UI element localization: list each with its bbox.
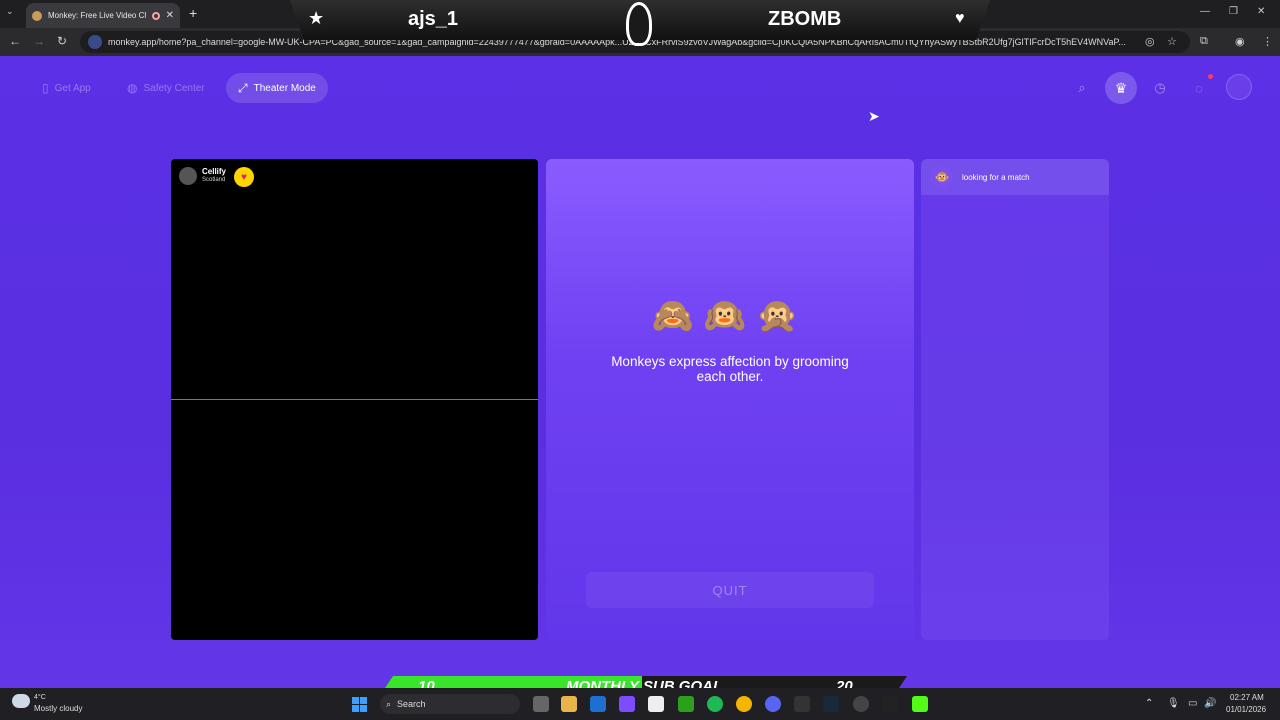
new-tab-icon[interactable]: + bbox=[189, 5, 197, 21]
crown-icon: ♛ bbox=[1114, 79, 1128, 96]
star-icon: ★ bbox=[308, 8, 325, 28]
mouse-cursor-icon: ➤ bbox=[868, 108, 880, 124]
windows-start-icon[interactable] bbox=[352, 697, 367, 712]
kick-icon[interactable] bbox=[912, 696, 928, 712]
three-monkeys-icon: 🙈🙉🙊 bbox=[651, 297, 809, 335]
expand-icon: ⤢ bbox=[238, 80, 248, 95]
crown-button[interactable]: ♛ bbox=[1105, 72, 1137, 104]
xbox-icon[interactable] bbox=[678, 696, 694, 712]
extensions-icon[interactable]: ⧉ bbox=[1200, 35, 1208, 48]
spotify-icon[interactable] bbox=[707, 696, 723, 712]
obs-icon[interactable] bbox=[853, 696, 869, 712]
back-icon[interactable]: ← bbox=[9, 34, 21, 48]
task-view-icon[interactable] bbox=[533, 696, 549, 712]
chat-panel: 🐵 looking for a match bbox=[921, 159, 1109, 640]
clock-date[interactable]: 01/01/2026 bbox=[1226, 705, 1266, 714]
profile-avatar[interactable] bbox=[1226, 74, 1252, 100]
excel-icon[interactable] bbox=[794, 696, 810, 712]
discord-icon[interactable] bbox=[765, 696, 781, 712]
taskbar-search[interactable]: ⌕ Search bbox=[380, 694, 520, 714]
weather-description: Mostly cloudy bbox=[34, 704, 83, 713]
file-explorer-icon[interactable] bbox=[561, 696, 577, 712]
cloud-icon[interactable] bbox=[12, 694, 30, 708]
windows-taskbar: 4°C Mostly cloudy ⌕ Search ⌃ 🎙 ▭ 🔊 02:27… bbox=[0, 688, 1280, 720]
monkey-favicon-icon bbox=[32, 10, 42, 21]
site-info-icon[interactable] bbox=[88, 35, 102, 49]
outlook-icon[interactable] bbox=[590, 696, 606, 712]
steam-icon[interactable] bbox=[823, 696, 839, 712]
forward-icon[interactable]: → bbox=[33, 34, 45, 48]
get-app-label: Get App bbox=[54, 82, 91, 94]
streamer-right-name: ZBOMB bbox=[768, 8, 842, 30]
browser-tab[interactable]: Monkey: Free Live Video Ch ✕ bbox=[26, 3, 180, 28]
weather-temperature: 4°C bbox=[34, 694, 46, 701]
shield-icon: ◍ bbox=[127, 81, 138, 95]
video-divider bbox=[171, 399, 538, 400]
match-panel: 🙈🙉🙊 Monkeys express affection by groomin… bbox=[546, 159, 914, 640]
monkey-avatar-icon: 🐵 bbox=[931, 166, 953, 188]
search-icon[interactable]: ⌕ bbox=[1071, 77, 1093, 99]
search-icon: ⌕ bbox=[386, 698, 392, 709]
video-panel: Cellify Scotland ♥ bbox=[171, 159, 538, 640]
safety-center-button[interactable]: ◍ Safety Center bbox=[115, 73, 217, 103]
monkey-fact: Monkeys express affection by grooming ea… bbox=[611, 354, 849, 384]
close-tab-icon[interactable]: ✕ bbox=[166, 10, 174, 21]
recording-icon bbox=[151, 11, 160, 20]
notification-dot bbox=[1208, 74, 1213, 79]
phone-icon: ▯ bbox=[42, 81, 49, 95]
chrome-icon[interactable] bbox=[736, 696, 752, 712]
copilot-icon[interactable] bbox=[619, 696, 635, 712]
logitech-icon[interactable] bbox=[882, 696, 898, 712]
store-icon[interactable] bbox=[648, 696, 664, 712]
clock-time[interactable]: 02:27 AM bbox=[1230, 693, 1264, 702]
match-status-text: looking for a match bbox=[962, 172, 1030, 182]
stream-logo-icon bbox=[626, 2, 652, 46]
reload-icon[interactable]: ↻ bbox=[57, 34, 67, 48]
match-status-row: 🐵 looking for a match bbox=[921, 159, 1109, 195]
get-app-button[interactable]: ▯ Get App bbox=[30, 73, 103, 103]
minimize-icon[interactable]: — bbox=[1200, 6, 1210, 17]
bookmark-star-icon[interactable]: ☆ bbox=[1167, 35, 1177, 48]
monkey-app-page: ▯ Get App ◍ Safety Center ⤢ Theater Mode… bbox=[0, 56, 1280, 688]
microphone-icon[interactable]: 🎙 bbox=[1167, 698, 1180, 709]
window-close-icon[interactable]: ✕ bbox=[1257, 6, 1265, 17]
theater-mode-button[interactable]: ⤢ Theater Mode bbox=[226, 73, 328, 103]
heart-badge-icon[interactable]: ♥ bbox=[234, 167, 254, 187]
menu-icon[interactable]: ⋮ bbox=[1262, 35, 1273, 48]
heart-icon: ♥ bbox=[955, 10, 965, 27]
quit-button[interactable]: QUIT bbox=[586, 572, 874, 608]
tab-search-icon[interactable]: ⌄ bbox=[6, 6, 14, 17]
theater-mode-label: Theater Mode bbox=[253, 82, 316, 94]
partner-name: Cellify bbox=[202, 167, 227, 176]
taskbar-search-label: Search bbox=[397, 699, 426, 709]
restore-icon[interactable]: ❐ bbox=[1229, 6, 1238, 17]
tab-title: Monkey: Free Live Video Ch bbox=[48, 11, 146, 20]
profile-icon[interactable]: ◉ bbox=[1235, 35, 1245, 48]
eye-off-icon[interactable]: ◎ bbox=[1145, 35, 1155, 48]
streamer-left-name: ajs_1 bbox=[408, 8, 459, 30]
tray-chevron-icon[interactable]: ⌃ bbox=[1145, 698, 1153, 709]
safety-center-label: Safety Center bbox=[143, 82, 205, 94]
partner-location: Scotland bbox=[202, 177, 226, 183]
partner-avatar[interactable] bbox=[179, 167, 197, 185]
volume-icon[interactable]: 🔊 bbox=[1204, 698, 1216, 709]
network-icon[interactable]: ▭ bbox=[1188, 698, 1197, 709]
messages-icon[interactable]: ◌ bbox=[1188, 77, 1210, 99]
history-icon[interactable]: ◷ bbox=[1149, 77, 1171, 99]
